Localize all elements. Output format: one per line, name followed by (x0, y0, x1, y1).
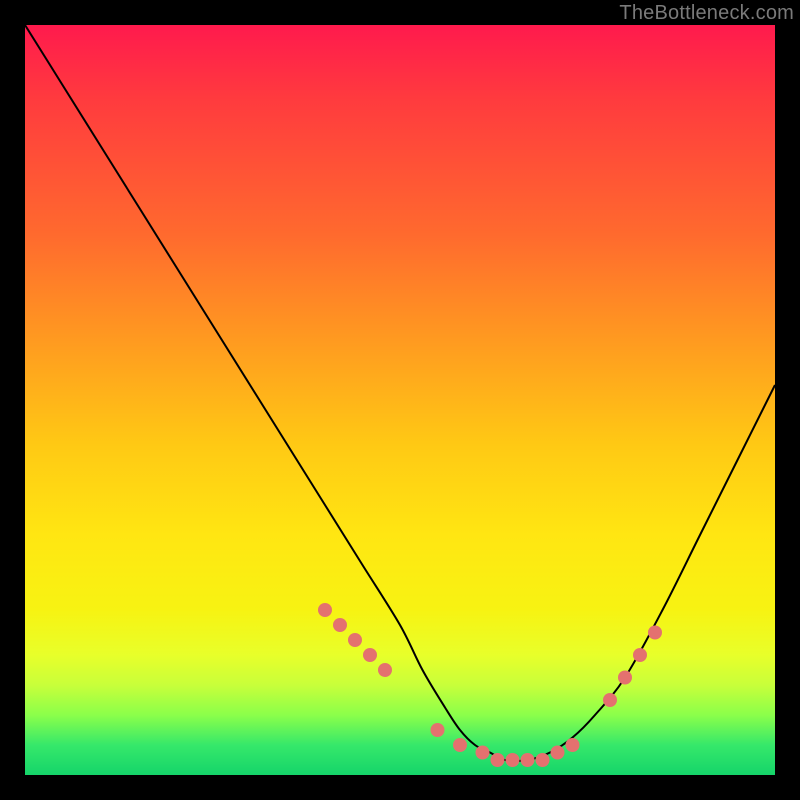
highlight-dot (491, 753, 505, 767)
highlight-dot (603, 693, 617, 707)
highlight-dot (348, 633, 362, 647)
highlight-dot (453, 738, 467, 752)
highlight-dot (536, 753, 550, 767)
bottleneck-curve (25, 25, 775, 761)
highlight-dot (378, 663, 392, 677)
chart-plot-area (25, 25, 775, 775)
highlight-dot (363, 648, 377, 662)
highlight-dot (648, 626, 662, 640)
highlight-dot (521, 753, 535, 767)
highlight-dot (618, 671, 632, 685)
highlight-dots-group (318, 603, 662, 767)
highlight-dot (476, 746, 490, 760)
highlight-dot (431, 723, 445, 737)
highlight-dot (506, 753, 520, 767)
highlight-dot (551, 746, 565, 760)
highlight-dot (633, 648, 647, 662)
highlight-dot (318, 603, 332, 617)
watermark-text: TheBottleneck.com (619, 2, 794, 25)
highlight-dot (566, 738, 580, 752)
chart-svg (25, 25, 775, 775)
highlight-dot (333, 618, 347, 632)
chart-frame: TheBottleneck.com (0, 0, 800, 800)
